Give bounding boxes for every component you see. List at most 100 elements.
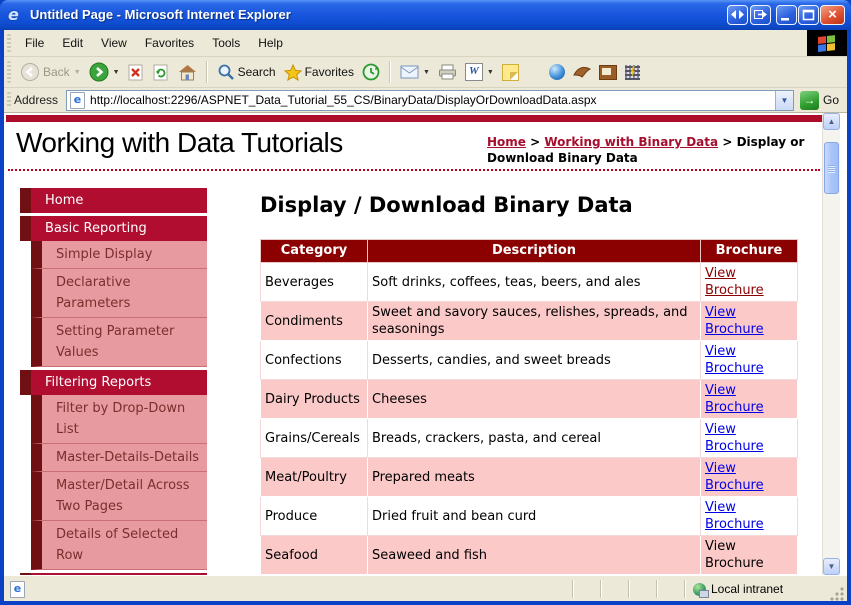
menu-help[interactable]: Help xyxy=(249,30,292,56)
sidebar-item-home[interactable]: Home xyxy=(20,188,207,213)
edit-with-word-button[interactable]: W ▼ xyxy=(461,61,498,83)
view-brochure-link[interactable]: View Brochure xyxy=(705,461,764,493)
security-zone-label: Local intranet xyxy=(711,582,784,596)
security-zone-panel: Local intranet xyxy=(684,580,823,598)
minimize-button[interactable] xyxy=(776,5,797,25)
sidebar-item-filter-by-dropdown-list[interactable]: Filter by Drop-Down List xyxy=(31,395,207,444)
research-button[interactable] xyxy=(595,63,621,82)
sidebar-item-simple-display[interactable]: Simple Display xyxy=(31,241,207,269)
view-brochure-link[interactable]: View Brochure xyxy=(705,383,764,415)
sidebar-item-details-of-selected-row[interactable]: Details of Selected Row xyxy=(31,521,207,570)
view-brochure-text: View Brochure xyxy=(705,539,764,571)
vertical-scrollbar[interactable]: ▲ ▼ xyxy=(822,113,840,575)
history-icon xyxy=(362,63,380,81)
status-panel xyxy=(600,580,628,598)
window-border-right xyxy=(847,30,851,605)
address-dropdown-button[interactable]: ▼ xyxy=(774,90,793,110)
menu-favorites[interactable]: Favorites xyxy=(136,30,203,56)
menu-file[interactable]: File xyxy=(16,30,53,56)
scroll-up-button[interactable]: ▲ xyxy=(823,113,840,130)
scrollbar-thumb[interactable] xyxy=(824,142,839,194)
refresh-icon xyxy=(153,64,168,80)
search-button[interactable]: Search xyxy=(213,61,280,83)
resize-grip[interactable] xyxy=(829,586,845,602)
refresh-button[interactable] xyxy=(149,62,174,83)
history-button[interactable] xyxy=(358,61,384,83)
view-brochure-link[interactable]: View Brochure xyxy=(705,344,764,376)
breadcrumb-section-link[interactable]: Working with Binary Data xyxy=(544,135,718,149)
stop-button[interactable] xyxy=(124,62,149,83)
toolbar-separator xyxy=(205,61,208,83)
standard-toolbar: Back ▼ ▼ Search Favorites ▼ W ▼ xyxy=(4,57,847,88)
windows-logo xyxy=(807,30,847,56)
sidebar-item-setting-parameter-values[interactable]: Setting Parameter Values xyxy=(31,318,207,367)
view-brochure-link[interactable]: View Brochure xyxy=(705,266,764,298)
sidebar-item-declarative-parameters[interactable]: Declarative Parameters xyxy=(31,269,207,318)
addressbar-grip[interactable] xyxy=(7,92,11,108)
header-divider xyxy=(8,169,820,171)
table-row: Meat/Poultry Prepared meats View Brochur… xyxy=(260,457,798,497)
home-button[interactable] xyxy=(174,62,201,83)
menu-view[interactable]: View xyxy=(92,30,136,56)
bird-icon xyxy=(573,66,591,78)
sphere-icon xyxy=(548,64,565,80)
page-top-red-bar xyxy=(6,115,822,122)
go-button[interactable]: → Go xyxy=(794,90,847,110)
table-row: Produce Dried fruit and bean curd View B… xyxy=(260,496,798,536)
search-icon xyxy=(218,64,234,80)
menu-tools[interactable]: Tools xyxy=(203,30,249,56)
export-window-button[interactable] xyxy=(750,5,771,25)
print-button[interactable] xyxy=(434,62,461,82)
view-brochure-link[interactable]: View Brochure xyxy=(705,305,764,337)
table-header-row: Category Description Brochure xyxy=(260,239,798,263)
close-button[interactable]: × xyxy=(820,5,845,25)
toolbar-grip[interactable] xyxy=(7,61,11,83)
table-row: Beverages Soft drinks, coffees, teas, be… xyxy=(260,262,798,302)
view-brochure-link[interactable]: View Brochure xyxy=(705,500,764,532)
sidebar-item-basic-reporting[interactable]: Basic Reporting xyxy=(20,216,207,241)
categories-table: Category Description Brochure Beverages … xyxy=(260,239,798,575)
discuss-button[interactable] xyxy=(498,62,523,83)
status-bar: e Local intranet xyxy=(4,575,847,602)
menu-bar: File Edit View Favorites Tools Help xyxy=(4,30,847,57)
menu-edit[interactable]: Edit xyxy=(53,30,92,56)
view-brochure-link[interactable]: View Brochure xyxy=(705,422,764,454)
bird-toolbar-button[interactable] xyxy=(569,63,595,81)
intranet-globe-icon xyxy=(693,582,709,598)
sidebar-nav: Home Basic Reporting Simple Display Decl… xyxy=(20,188,207,575)
table-row: Grains/Cereals Breads, crackers, pasta, … xyxy=(260,418,798,458)
breadcrumb: Home > Working with Binary Data > Displa… xyxy=(487,134,821,166)
maximize-button[interactable] xyxy=(798,5,819,25)
favorites-star-icon xyxy=(283,63,302,81)
back-button[interactable]: Back ▼ xyxy=(16,60,85,84)
breadcrumb-separator: > xyxy=(722,135,733,149)
window-border-bottom xyxy=(0,601,851,605)
table-row: Seafood Seaweed and fish View Brochure xyxy=(260,535,798,575)
sidebar-item-master-detail-two-pages[interactable]: Master/Detail Across Two Pages xyxy=(31,472,207,521)
mail-button[interactable]: ▼ xyxy=(396,63,434,81)
binary-tool-button[interactable] xyxy=(621,63,644,82)
resize-arrows-button[interactable] xyxy=(727,5,748,25)
go-arrow-icon: → xyxy=(799,90,819,110)
window-title: Untitled Page - Microsoft Internet Explo… xyxy=(30,7,291,22)
title-bar: e Untitled Page - Microsoft Internet Exp… xyxy=(0,0,851,30)
column-header-description: Description xyxy=(367,239,701,263)
status-panel xyxy=(572,580,600,598)
status-panel xyxy=(628,580,656,598)
address-input[interactable] xyxy=(88,93,775,107)
scroll-down-button[interactable]: ▼ xyxy=(823,558,840,575)
messenger-button[interactable] xyxy=(545,62,569,82)
favorites-button[interactable]: Favorites xyxy=(280,62,358,83)
ie-logo-icon: e xyxy=(8,5,19,24)
sidebar-item-master-details-details[interactable]: Master-Details-Details xyxy=(31,444,207,472)
sidebar-item-filtering-reports[interactable]: Filtering Reports xyxy=(20,370,207,395)
breadcrumb-home-link[interactable]: Home xyxy=(487,135,526,149)
main-content: Display / Download Binary Data Category … xyxy=(260,192,800,575)
column-header-category: Category xyxy=(260,239,368,263)
stop-icon xyxy=(128,64,143,80)
menubar-grip[interactable] xyxy=(7,34,11,52)
print-icon xyxy=(438,64,456,80)
forward-button[interactable]: ▼ xyxy=(85,60,124,84)
back-arrow-icon xyxy=(21,63,39,81)
browser-viewport: Working with Data Tutorials Home > Worki… xyxy=(4,113,847,575)
